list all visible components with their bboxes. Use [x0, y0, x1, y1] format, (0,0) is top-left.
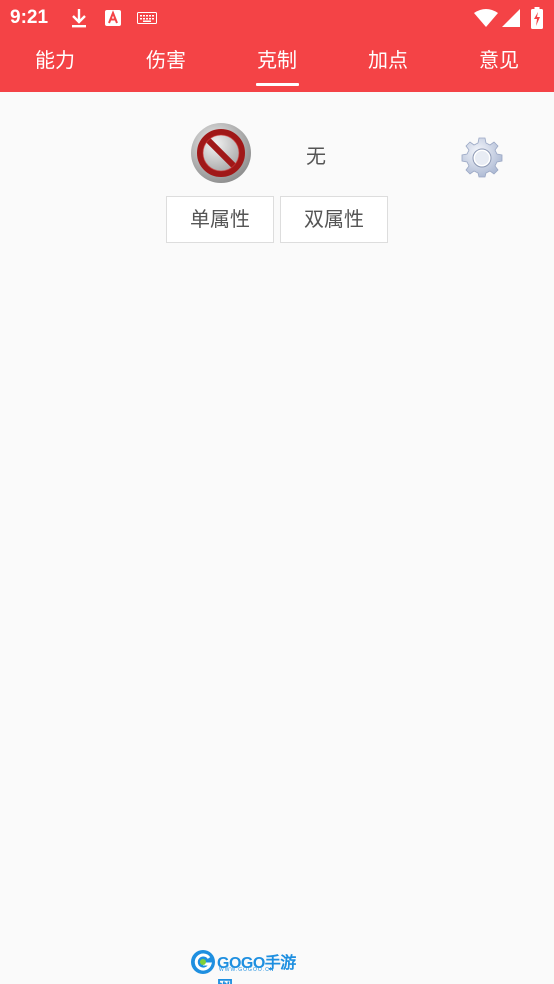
no-entry-icon[interactable]	[190, 122, 252, 184]
download-icon	[72, 9, 86, 28]
tab-label: 意见	[479, 48, 519, 72]
text-a-icon	[105, 10, 121, 26]
tab-label: 能力	[35, 48, 75, 72]
gogo-logo: GOGO手游网 WWW.GOGOO.CN	[190, 948, 300, 984]
battery-charging-icon	[531, 7, 543, 29]
logo-subtext: WWW.GOGOO.CN	[219, 967, 275, 973]
active-tab-indicator	[256, 83, 299, 86]
tab-label: 伤害	[146, 48, 186, 72]
logo-mark-icon	[191, 950, 215, 974]
tab-bar: 能力 伤害 克制 加点 意见	[0, 40, 554, 92]
tab-ability[interactable]: 能力	[0, 40, 110, 92]
dual-type-button[interactable]: 双属性	[280, 196, 388, 243]
tab-stat-points[interactable]: 加点	[333, 40, 443, 92]
wifi-icon	[474, 9, 498, 27]
tab-counter[interactable]: 克制	[222, 40, 332, 92]
tab-label: 加点	[368, 48, 408, 72]
signal-icon	[502, 9, 520, 27]
gear-icon[interactable]	[461, 137, 503, 179]
tab-feedback[interactable]: 意见	[444, 40, 554, 92]
status-time: 9:21	[10, 7, 49, 28]
selected-type-label: 无	[306, 144, 326, 168]
keyboard-icon	[137, 12, 157, 24]
tab-damage[interactable]: 伤害	[111, 40, 221, 92]
status-bar: 9:21	[0, 0, 554, 36]
single-type-button[interactable]: 单属性	[166, 196, 274, 243]
top-app-bar: 9:21 能力 伤害 克制 加点 意见	[0, 0, 554, 92]
tab-label: 克制	[257, 48, 297, 72]
